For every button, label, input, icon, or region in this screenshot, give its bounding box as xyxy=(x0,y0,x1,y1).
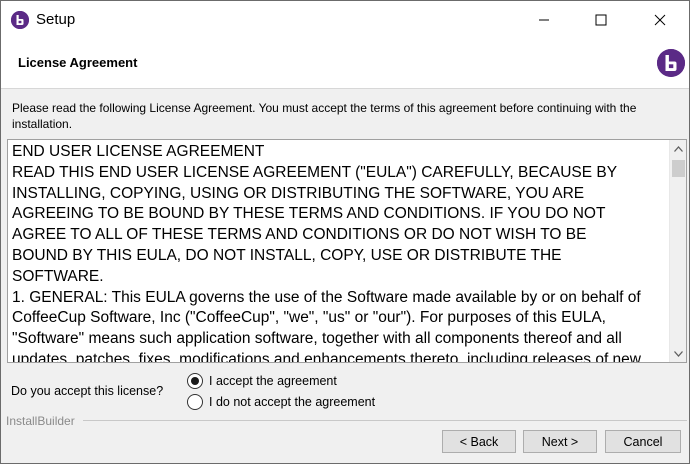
maximize-icon xyxy=(595,14,607,26)
scrollbar-thumb[interactable] xyxy=(672,160,685,177)
scroll-up-button[interactable] xyxy=(670,140,686,157)
scroll-down-button[interactable] xyxy=(670,345,686,362)
license-line: "Software" means such application softwa… xyxy=(12,330,622,348)
page-header: License Agreement xyxy=(1,39,689,89)
brand-logo-icon xyxy=(657,49,685,77)
footer-divider xyxy=(83,420,687,421)
installbuilder-brand: InstallBuilder xyxy=(6,414,75,428)
next-button[interactable]: Next > xyxy=(523,430,597,453)
title-bar[interactable]: Setup xyxy=(1,1,689,39)
cancel-button[interactable]: Cancel xyxy=(605,430,681,453)
license-text: END USER LICENSE AGREEMENT READ THIS END… xyxy=(12,142,662,363)
setup-window: Setup License Agreement Please read the … xyxy=(0,0,690,464)
accept-question: Do you accept this license? xyxy=(11,384,164,398)
decline-radio[interactable] xyxy=(187,394,203,410)
license-line: updates, patches, fixes, modifications a… xyxy=(12,350,641,363)
accept-radio-label[interactable]: I accept the agreement xyxy=(209,374,337,388)
maximize-button[interactable] xyxy=(578,1,624,39)
close-icon xyxy=(654,14,666,26)
window-title: Setup xyxy=(36,11,76,28)
license-line: CoffeeCup Software, Inc ("CoffeeCup", "w… xyxy=(12,309,606,327)
license-line: AGREE TO ALL OF THESE TERMS AND CONDITIO… xyxy=(12,226,587,244)
license-textbox[interactable]: END USER LICENSE AGREEMENT READ THIS END… xyxy=(7,139,687,363)
accept-radio[interactable] xyxy=(187,373,203,389)
accept-radio-option[interactable]: I accept the agreement xyxy=(187,373,337,389)
minimize-icon xyxy=(539,19,549,21)
page-title: License Agreement xyxy=(18,55,138,70)
license-line: AGREEING TO BE BOUND BY THESE TERMS AND … xyxy=(12,205,606,223)
license-line: END USER LICENSE AGREEMENT xyxy=(12,143,265,160)
license-line: INSTALLING, COPYING, USING OR DISTRIBUTI… xyxy=(12,184,585,202)
license-line: BOUND BY THIS EULA, DO NOT INSTALL, COPY… xyxy=(12,246,562,264)
back-button[interactable]: < Back xyxy=(442,430,516,453)
license-line: READ THIS END USER LICENSE AGREEMENT ("E… xyxy=(12,163,618,181)
decline-radio-option[interactable]: I do not accept the agreement xyxy=(187,394,375,410)
close-button[interactable] xyxy=(637,1,683,39)
decline-radio-label[interactable]: I do not accept the agreement xyxy=(209,395,375,409)
license-scrollbar[interactable] xyxy=(669,140,686,362)
chevron-up-icon xyxy=(674,145,683,152)
chevron-down-icon xyxy=(674,350,683,357)
instruction-text: Please read the following License Agreem… xyxy=(12,101,637,131)
minimize-button[interactable] xyxy=(521,1,567,39)
license-line: SOFTWARE. xyxy=(12,267,104,285)
app-logo-icon xyxy=(11,11,29,29)
license-line: 1. GENERAL: This EULA governs the use of… xyxy=(12,288,641,306)
